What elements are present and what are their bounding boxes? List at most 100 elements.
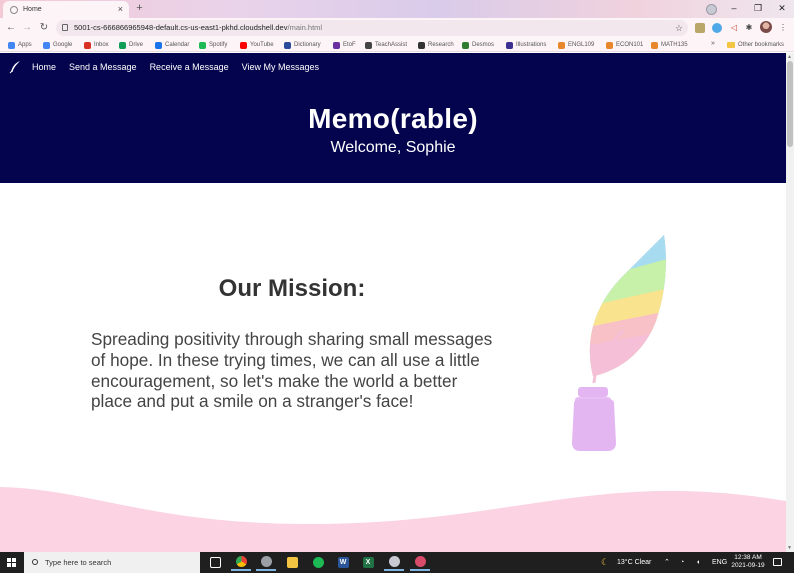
bookmark-teachassist[interactable]: TeachAssist — [365, 40, 407, 50]
nav-receive-message-link[interactable]: Receive a Message — [150, 62, 229, 72]
windows-start-icon[interactable] — [7, 558, 16, 567]
bookmark-star-icon[interactable]: ☆ — [675, 20, 683, 36]
mission-text: Spreading positivity through sharing sma… — [91, 329, 493, 412]
site-header: Home Send a Message Receive a Message Vi… — [0, 53, 786, 183]
wordreference-icon — [333, 41, 340, 49]
minimize-button[interactable]: – — [722, 0, 746, 18]
extension-icon[interactable] — [695, 23, 705, 33]
google-icon — [43, 41, 50, 49]
restore-button[interactable]: ❐ — [746, 0, 770, 18]
reload-icon[interactable]: ↻ — [37, 21, 51, 35]
bookmark-dictionary[interactable]: Dictionary — [284, 40, 321, 50]
bookmark-inbox[interactable]: Inbox — [84, 40, 109, 50]
ink-bottle-icon — [572, 399, 616, 451]
bookmark-label: Apps — [18, 42, 32, 48]
language-indicator[interactable]: ENG — [712, 552, 727, 573]
bookmark-label: ECON101 — [616, 42, 644, 48]
bookmark-label: ENGL109 — [568, 42, 595, 48]
lock-icon — [62, 24, 68, 31]
bookmark-youtube[interactable]: YouTube — [240, 40, 274, 50]
clock-date: 2021-09-19 — [731, 562, 765, 569]
course-icon — [651, 41, 658, 49]
profile-avatar[interactable] — [760, 21, 772, 33]
new-tab-button[interactable]: + — [133, 2, 146, 15]
quill-logo-icon[interactable] — [8, 60, 22, 74]
dictionary-icon — [284, 41, 291, 49]
clock-time: 12:38 AM — [734, 554, 762, 561]
windows-taskbar: Type here to search W X ☾ 13°C Clear ⌃ ◔… — [0, 552, 794, 573]
other-bookmarks-folder[interactable]: Other bookmarks — [727, 40, 784, 50]
apps-grid-icon — [8, 41, 15, 49]
moon-weather-icon[interactable]: ☾ — [601, 552, 609, 573]
extensions-puzzle-icon[interactable]: ✱ — [744, 23, 754, 33]
bookmark-label: EtoF — [343, 42, 356, 48]
scrollbar-thumb[interactable] — [787, 61, 793, 147]
bookmark-apps[interactable]: Apps — [8, 40, 32, 50]
taskbar-search-placeholder: Type here to search — [45, 558, 112, 567]
bookmark-drive[interactable]: Drive — [119, 40, 143, 50]
task-view-icon[interactable] — [205, 554, 225, 571]
address-bar[interactable]: 5001-cs-666866965948-default.cs-us-east1… — [56, 20, 688, 36]
extension-arrow-icon[interactable]: ◁ — [729, 23, 739, 33]
bookmark-label: Google — [53, 42, 73, 48]
scroll-down-arrow-icon[interactable]: ▼ — [787, 545, 792, 551]
pink-wave-decoration — [0, 487, 786, 552]
weather-text[interactable]: 13°C Clear — [617, 552, 651, 573]
bookmark-engl109[interactable]: ENGL109 — [558, 40, 594, 50]
menu-dots-icon[interactable]: ⋮ — [778, 23, 788, 33]
back-arrow-icon[interactable]: ← — [4, 21, 18, 35]
file-explorer-icon[interactable] — [282, 554, 302, 571]
notification-icon[interactable] — [773, 558, 782, 566]
rainbow-quill-illustration — [572, 235, 666, 451]
bookmark-google[interactable]: Google — [43, 40, 72, 50]
nav-send-message-link[interactable]: Send a Message — [69, 62, 137, 72]
url-path: /main.html — [287, 23, 323, 32]
nav-home-link[interactable]: Home — [32, 62, 56, 72]
page-scrollbar[interactable]: ▲ ▼ — [786, 53, 794, 552]
chrome-profile2-icon[interactable] — [410, 554, 430, 571]
scroll-up-arrow-icon[interactable]: ▲ — [787, 54, 792, 60]
drive-icon — [119, 41, 126, 49]
bookmark-econ101[interactable]: ECON101 — [606, 40, 643, 50]
browser-tab[interactable]: Home × — [3, 1, 129, 18]
spotify-icon — [199, 41, 206, 49]
chrome-icon[interactable] — [231, 554, 251, 571]
bookmark-label: MATH135 — [661, 42, 688, 48]
bookmark-spotify[interactable]: Spotify — [199, 40, 227, 50]
desmos-icon — [462, 41, 469, 49]
bookmark-math135[interactable]: MATH135 — [651, 40, 688, 50]
mission-heading: Our Mission: — [218, 275, 366, 302]
taskbar-search-box[interactable]: Type here to search — [24, 552, 200, 573]
tab-strip: Home × + – ❐ ✕ — [0, 0, 794, 18]
spotify-icon[interactable] — [308, 554, 328, 571]
browser-toolbar: ← → ↻ 5001-cs-666866965948-default.cs-us… — [0, 18, 794, 38]
site-title: Memo(rable) — [308, 103, 478, 134]
bookmark-label: YouTube — [250, 42, 274, 48]
tray-chevron-icon[interactable]: ⌃ — [664, 552, 670, 573]
bookmark-label: TeachAssist — [375, 42, 408, 48]
forward-arrow-icon[interactable]: → — [20, 21, 34, 35]
bookmark-calendar[interactable]: Calendar — [155, 40, 189, 50]
bookmark-desmos[interactable]: Desmos — [462, 40, 494, 50]
bookmark-label: Calendar — [165, 42, 190, 48]
bookmarks-bar: Apps Google Inbox Drive Calendar Spotify YouTu… — [0, 38, 794, 52]
chrome-profile-icon[interactable] — [384, 554, 404, 571]
excel-icon[interactable]: X — [358, 554, 378, 571]
word-icon[interactable]: W — [333, 554, 353, 571]
url-host: 5001-cs-666866965948-default.cs-us-east1… — [74, 23, 288, 32]
other-bookmarks-label: Other bookmarks — [738, 42, 785, 48]
network-icon[interactable]: ◔ — [680, 552, 684, 573]
bookmark-research[interactable]: Research — [418, 40, 454, 50]
window-close-button[interactable]: ✕ — [770, 0, 794, 18]
page-viewport: Home Send a Message Receive a Message Vi… — [0, 53, 786, 552]
bookmark-etof[interactable]: EtoF — [333, 40, 356, 50]
volume-icon[interactable]: ◖ — [696, 552, 700, 573]
bookmark-illustrations[interactable]: Illustrations — [506, 40, 546, 50]
chrome-profile-icon[interactable] — [706, 4, 717, 15]
bookmarks-overflow-chevron-icon[interactable]: » — [711, 40, 715, 47]
chrome-alt-icon[interactable] — [256, 554, 276, 571]
taskbar-clock[interactable]: 12:38 AM 2021-09-19 — [728, 554, 768, 570]
extension-diamond-icon[interactable] — [712, 23, 722, 33]
nav-view-messages-link[interactable]: View My Messages — [242, 62, 319, 72]
tab-close-icon[interactable]: × — [118, 4, 123, 14]
